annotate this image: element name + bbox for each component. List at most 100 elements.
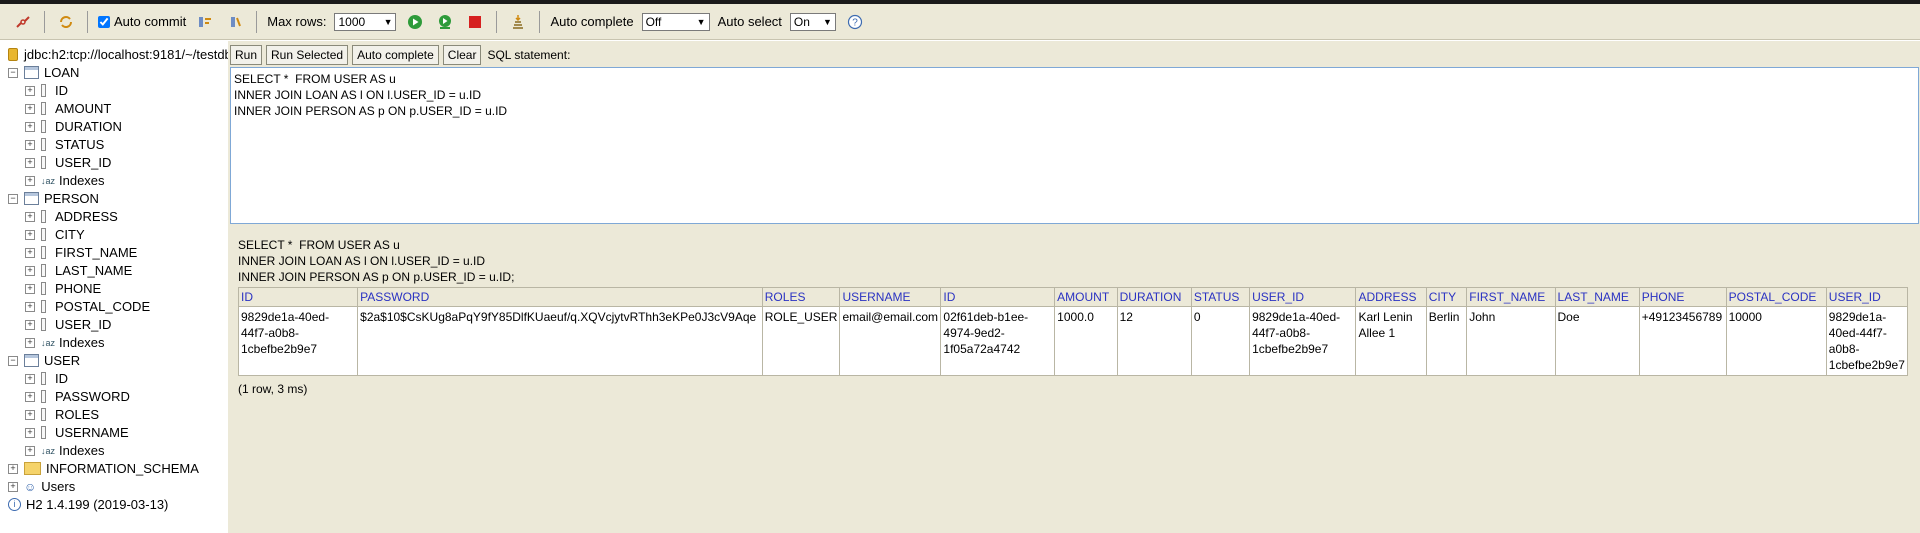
tree-column[interactable]: + POSTAL_CODE [25, 298, 150, 315]
tree-column[interactable]: + ID [25, 82, 68, 99]
tree-table-user[interactable]: − USER [8, 352, 80, 369]
expand-icon[interactable]: + [25, 121, 35, 132]
tree-information-schema[interactable]: + INFORMATION_SCHEMA [8, 460, 199, 477]
disconnect-icon[interactable] [14, 13, 32, 31]
tree-table-person[interactable]: − PERSON [8, 190, 99, 207]
collapse-icon[interactable]: − [8, 355, 18, 366]
tree-column[interactable]: + USER_ID [25, 154, 111, 171]
expand-icon[interactable]: + [8, 463, 18, 474]
tree-column[interactable]: + AMOUNT [25, 100, 111, 117]
tree-column[interactable]: + ADDRESS [25, 208, 118, 225]
cell: 0 [1190, 306, 1251, 376]
commit-icon[interactable] [226, 13, 244, 31]
run-selected-button[interactable]: Run Selected [266, 45, 349, 65]
expand-icon[interactable]: + [25, 175, 35, 186]
auto-commit-check[interactable] [98, 15, 110, 28]
expand-icon[interactable]: + [25, 265, 35, 276]
expand-icon[interactable]: + [25, 427, 35, 438]
column-icon [41, 300, 46, 313]
sql-editor[interactable]: SELECT * FROM USER AS u INNER JOIN LOAN … [230, 67, 1919, 224]
tree-indexes[interactable]: + ↓az Indexes [25, 172, 105, 189]
column-header[interactable]: FIRST_NAME [1466, 287, 1556, 307]
column-header[interactable]: ID [237, 287, 359, 307]
column-name: CITY [55, 227, 85, 242]
refresh-icon[interactable] [57, 13, 75, 31]
column-header[interactable]: DURATION [1116, 287, 1192, 307]
run-icon[interactable] [406, 13, 424, 31]
tree-column[interactable]: + ROLES [25, 406, 99, 423]
rollback-icon[interactable] [196, 13, 214, 31]
tree-users[interactable]: + ☺ Users [8, 478, 75, 495]
expand-icon[interactable]: + [25, 445, 35, 456]
tree-column[interactable]: + PASSWORD [25, 388, 130, 405]
auto-complete-select[interactable]: Off ▼ [641, 12, 710, 31]
tree-table-loan[interactable]: − LOAN [8, 64, 79, 81]
tree-column[interactable]: + ID [25, 370, 68, 387]
expand-icon[interactable]: + [25, 337, 35, 348]
tree-column[interactable]: + USERNAME [25, 424, 129, 441]
column-header[interactable]: POSTAL_CODE [1725, 287, 1827, 307]
expand-icon[interactable]: + [25, 391, 35, 402]
column-header[interactable]: USER_ID [1825, 287, 1909, 307]
expand-icon[interactable]: + [8, 481, 18, 492]
expand-icon[interactable]: + [25, 211, 35, 222]
column-header[interactable]: AMOUNT [1054, 287, 1118, 307]
tree-column[interactable]: + LAST_NAME [25, 262, 132, 279]
cell: Berlin [1425, 306, 1468, 376]
column-header[interactable]: ADDRESS [1355, 287, 1427, 307]
auto-select-select[interactable]: On ▼ [789, 12, 836, 31]
column-header[interactable]: ID [940, 287, 1056, 307]
version-label: H2 1.4.199 (2019-03-13) [26, 497, 169, 512]
column-header[interactable]: LAST_NAME [1554, 287, 1640, 307]
results-header-row: ID PASSWORD ROLES USERNAME ID AMOUNT DUR… [237, 287, 1909, 307]
query-panel: Run Run Selected Auto complete Clear SQL… [228, 41, 1920, 533]
expand-icon[interactable]: + [25, 139, 35, 150]
column-header[interactable]: STATUS [1190, 287, 1251, 307]
tree-column[interactable]: + FIRST_NAME [25, 244, 137, 261]
table-name: LOAN [44, 65, 80, 80]
table-icon [24, 66, 39, 79]
expand-icon[interactable]: + [25, 319, 35, 330]
column-header[interactable]: USERNAME [839, 287, 942, 307]
column-header[interactable]: ROLES [761, 287, 841, 307]
cell: 9829de1a-40ed-44f7-a0b8-1cbefbe2b9e7 [1249, 306, 1357, 376]
column-header[interactable]: PHONE [1638, 287, 1727, 307]
collapse-icon[interactable]: − [8, 67, 18, 78]
tree-indexes[interactable]: + ↓az Indexes [25, 442, 105, 459]
expand-icon[interactable]: + [25, 409, 35, 420]
expand-icon[interactable]: + [25, 301, 35, 312]
tree-connection[interactable]: jdbc:h2:tcp://localhost:9181/~/testdb [8, 46, 232, 63]
help-icon[interactable]: ? [846, 13, 864, 31]
cell: email@email.com [839, 306, 942, 376]
max-rows-select[interactable]: 1000 ▼ [334, 12, 397, 31]
column-name: AMOUNT [55, 101, 112, 116]
tree-indexes[interactable]: + ↓az Indexes [25, 334, 105, 351]
tree-column[interactable]: + DURATION [25, 118, 122, 135]
expand-icon[interactable]: + [25, 247, 35, 258]
auto-commit-checkbox[interactable]: Auto commit [98, 14, 186, 29]
tree-column[interactable]: + PHONE [25, 280, 101, 297]
tree-column[interactable]: + USER_ID [25, 316, 111, 333]
expand-icon[interactable]: + [25, 373, 35, 384]
expand-icon[interactable]: + [25, 103, 35, 114]
tree-column[interactable]: + CITY [25, 226, 85, 243]
column-header[interactable]: PASSWORD [357, 287, 763, 307]
clear-button[interactable]: Clear [442, 45, 482, 65]
column-icon [41, 390, 46, 403]
history-icon[interactable] [509, 13, 527, 31]
collapse-icon[interactable]: − [8, 193, 18, 204]
column-header[interactable]: USER_ID [1249, 287, 1357, 307]
expand-icon[interactable]: + [25, 85, 35, 96]
expand-icon[interactable]: + [25, 157, 35, 168]
column-header[interactable]: CITY [1425, 287, 1468, 307]
run-button[interactable]: Run [230, 45, 263, 65]
tree-column[interactable]: + STATUS [25, 136, 104, 153]
column-name: ID [55, 371, 68, 386]
expand-icon[interactable]: + [25, 283, 35, 294]
toolbar-separator [87, 10, 88, 33]
column-icon [41, 372, 46, 385]
auto-complete-button[interactable]: Auto complete [352, 45, 439, 65]
expand-icon[interactable]: + [25, 229, 35, 240]
stop-icon[interactable] [466, 13, 484, 31]
run-selected-icon[interactable] [436, 13, 454, 31]
